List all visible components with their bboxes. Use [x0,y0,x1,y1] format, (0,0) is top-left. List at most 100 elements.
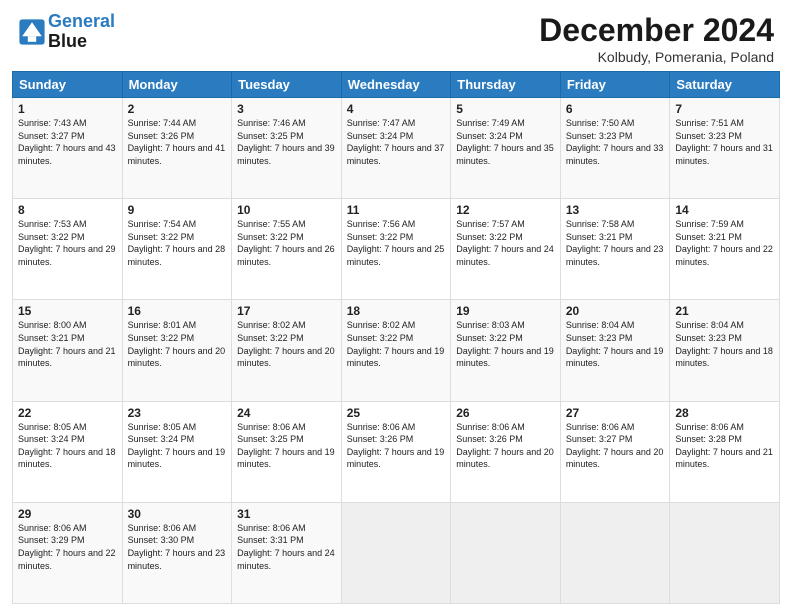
day-cell: 1 Sunrise: 7:43 AM Sunset: 3:27 PM Dayli… [13,98,123,199]
day-number: 24 [237,406,336,420]
day-number: 28 [675,406,774,420]
day-cell: 18 Sunrise: 8:02 AM Sunset: 3:22 PM Dayl… [341,300,451,401]
day-number: 17 [237,304,336,318]
day-info: Sunrise: 8:05 AM Sunset: 3:24 PM Dayligh… [18,422,116,470]
day-info: Sunrise: 8:03 AM Sunset: 3:22 PM Dayligh… [456,320,554,368]
day-number: 16 [128,304,227,318]
week-row: 8 Sunrise: 7:53 AM Sunset: 3:22 PM Dayli… [13,199,780,300]
week-row: 22 Sunrise: 8:05 AM Sunset: 3:24 PM Dayl… [13,401,780,502]
day-info: Sunrise: 7:59 AM Sunset: 3:21 PM Dayligh… [675,219,773,267]
day-number: 29 [18,507,117,521]
day-number: 7 [675,102,774,116]
day-number: 21 [675,304,774,318]
day-cell: 12 Sunrise: 7:57 AM Sunset: 3:22 PM Dayl… [451,199,561,300]
day-cell: 31 Sunrise: 8:06 AM Sunset: 3:31 PM Dayl… [232,502,342,603]
day-number: 30 [128,507,227,521]
day-info: Sunrise: 8:06 AM Sunset: 3:26 PM Dayligh… [347,422,445,470]
day-number: 6 [566,102,665,116]
day-info: Sunrise: 8:06 AM Sunset: 3:27 PM Dayligh… [566,422,664,470]
day-info: Sunrise: 7:43 AM Sunset: 3:27 PM Dayligh… [18,118,116,166]
day-info: Sunrise: 8:02 AM Sunset: 3:22 PM Dayligh… [237,320,335,368]
day-number: 1 [18,102,117,116]
day-header-thursday: Thursday [451,72,561,98]
day-cell [560,502,670,603]
day-info: Sunrise: 8:01 AM Sunset: 3:22 PM Dayligh… [128,320,226,368]
day-cell [341,502,451,603]
day-cell: 4 Sunrise: 7:47 AM Sunset: 3:24 PM Dayli… [341,98,451,199]
day-info: Sunrise: 7:47 AM Sunset: 3:24 PM Dayligh… [347,118,445,166]
calendar: SundayMondayTuesdayWednesdayThursdayFrid… [0,71,792,612]
day-number: 5 [456,102,555,116]
day-cell: 27 Sunrise: 8:06 AM Sunset: 3:27 PM Dayl… [560,401,670,502]
day-number: 11 [347,203,446,217]
day-cell: 8 Sunrise: 7:53 AM Sunset: 3:22 PM Dayli… [13,199,123,300]
day-number: 8 [18,203,117,217]
day-header-monday: Monday [122,72,232,98]
day-number: 31 [237,507,336,521]
day-cell: 23 Sunrise: 8:05 AM Sunset: 3:24 PM Dayl… [122,401,232,502]
day-info: Sunrise: 8:06 AM Sunset: 3:29 PM Dayligh… [18,523,116,571]
day-info: Sunrise: 7:57 AM Sunset: 3:22 PM Dayligh… [456,219,554,267]
header: General Blue December 2024 Kolbudy, Pome… [0,0,792,71]
month-title: December 2024 [539,12,774,49]
logo-icon [18,18,46,46]
week-row: 15 Sunrise: 8:00 AM Sunset: 3:21 PM Dayl… [13,300,780,401]
day-cell: 29 Sunrise: 8:06 AM Sunset: 3:29 PM Dayl… [13,502,123,603]
day-cell [670,502,780,603]
day-number: 12 [456,203,555,217]
day-info: Sunrise: 7:53 AM Sunset: 3:22 PM Dayligh… [18,219,116,267]
day-header-sunday: Sunday [13,72,123,98]
day-number: 9 [128,203,227,217]
day-info: Sunrise: 7:55 AM Sunset: 3:22 PM Dayligh… [237,219,335,267]
day-info: Sunrise: 8:05 AM Sunset: 3:24 PM Dayligh… [128,422,226,470]
day-cell: 15 Sunrise: 8:00 AM Sunset: 3:21 PM Dayl… [13,300,123,401]
day-number: 22 [18,406,117,420]
week-row: 29 Sunrise: 8:06 AM Sunset: 3:29 PM Dayl… [13,502,780,603]
title-block: December 2024 Kolbudy, Pomerania, Poland [539,12,774,65]
location: Kolbudy, Pomerania, Poland [539,49,774,65]
day-info: Sunrise: 8:02 AM Sunset: 3:22 PM Dayligh… [347,320,445,368]
day-cell: 25 Sunrise: 8:06 AM Sunset: 3:26 PM Dayl… [341,401,451,502]
calendar-table: SundayMondayTuesdayWednesdayThursdayFrid… [12,71,780,604]
day-number: 23 [128,406,227,420]
day-info: Sunrise: 7:50 AM Sunset: 3:23 PM Dayligh… [566,118,664,166]
page: General Blue December 2024 Kolbudy, Pome… [0,0,792,612]
header-row: SundayMondayTuesdayWednesdayThursdayFrid… [13,72,780,98]
day-number: 10 [237,203,336,217]
day-info: Sunrise: 7:49 AM Sunset: 3:24 PM Dayligh… [456,118,554,166]
day-info: Sunrise: 7:54 AM Sunset: 3:22 PM Dayligh… [128,219,226,267]
day-cell: 21 Sunrise: 8:04 AM Sunset: 3:23 PM Dayl… [670,300,780,401]
day-number: 25 [347,406,446,420]
day-info: Sunrise: 7:58 AM Sunset: 3:21 PM Dayligh… [566,219,664,267]
day-cell: 28 Sunrise: 8:06 AM Sunset: 3:28 PM Dayl… [670,401,780,502]
day-info: Sunrise: 8:04 AM Sunset: 3:23 PM Dayligh… [566,320,664,368]
day-info: Sunrise: 8:06 AM Sunset: 3:31 PM Dayligh… [237,523,335,571]
day-cell: 10 Sunrise: 7:55 AM Sunset: 3:22 PM Dayl… [232,199,342,300]
day-cell: 3 Sunrise: 7:46 AM Sunset: 3:25 PM Dayli… [232,98,342,199]
day-header-wednesday: Wednesday [341,72,451,98]
day-cell: 7 Sunrise: 7:51 AM Sunset: 3:23 PM Dayli… [670,98,780,199]
day-cell: 13 Sunrise: 7:58 AM Sunset: 3:21 PM Dayl… [560,199,670,300]
day-cell: 16 Sunrise: 8:01 AM Sunset: 3:22 PM Dayl… [122,300,232,401]
day-cell: 6 Sunrise: 7:50 AM Sunset: 3:23 PM Dayli… [560,98,670,199]
day-cell: 22 Sunrise: 8:05 AM Sunset: 3:24 PM Dayl… [13,401,123,502]
logo-general: General [48,11,115,31]
day-cell: 5 Sunrise: 7:49 AM Sunset: 3:24 PM Dayli… [451,98,561,199]
day-cell: 14 Sunrise: 7:59 AM Sunset: 3:21 PM Dayl… [670,199,780,300]
day-number: 27 [566,406,665,420]
day-info: Sunrise: 7:44 AM Sunset: 3:26 PM Dayligh… [128,118,226,166]
day-info: Sunrise: 8:06 AM Sunset: 3:30 PM Dayligh… [128,523,226,571]
day-number: 26 [456,406,555,420]
day-info: Sunrise: 8:06 AM Sunset: 3:28 PM Dayligh… [675,422,773,470]
day-cell [451,502,561,603]
day-cell: 2 Sunrise: 7:44 AM Sunset: 3:26 PM Dayli… [122,98,232,199]
day-cell: 11 Sunrise: 7:56 AM Sunset: 3:22 PM Dayl… [341,199,451,300]
logo: General Blue [18,12,115,52]
logo-blue: Blue [48,31,87,51]
day-cell: 24 Sunrise: 8:06 AM Sunset: 3:25 PM Dayl… [232,401,342,502]
day-cell: 19 Sunrise: 8:03 AM Sunset: 3:22 PM Dayl… [451,300,561,401]
day-info: Sunrise: 7:46 AM Sunset: 3:25 PM Dayligh… [237,118,335,166]
day-number: 14 [675,203,774,217]
day-info: Sunrise: 8:04 AM Sunset: 3:23 PM Dayligh… [675,320,773,368]
day-info: Sunrise: 8:06 AM Sunset: 3:26 PM Dayligh… [456,422,554,470]
